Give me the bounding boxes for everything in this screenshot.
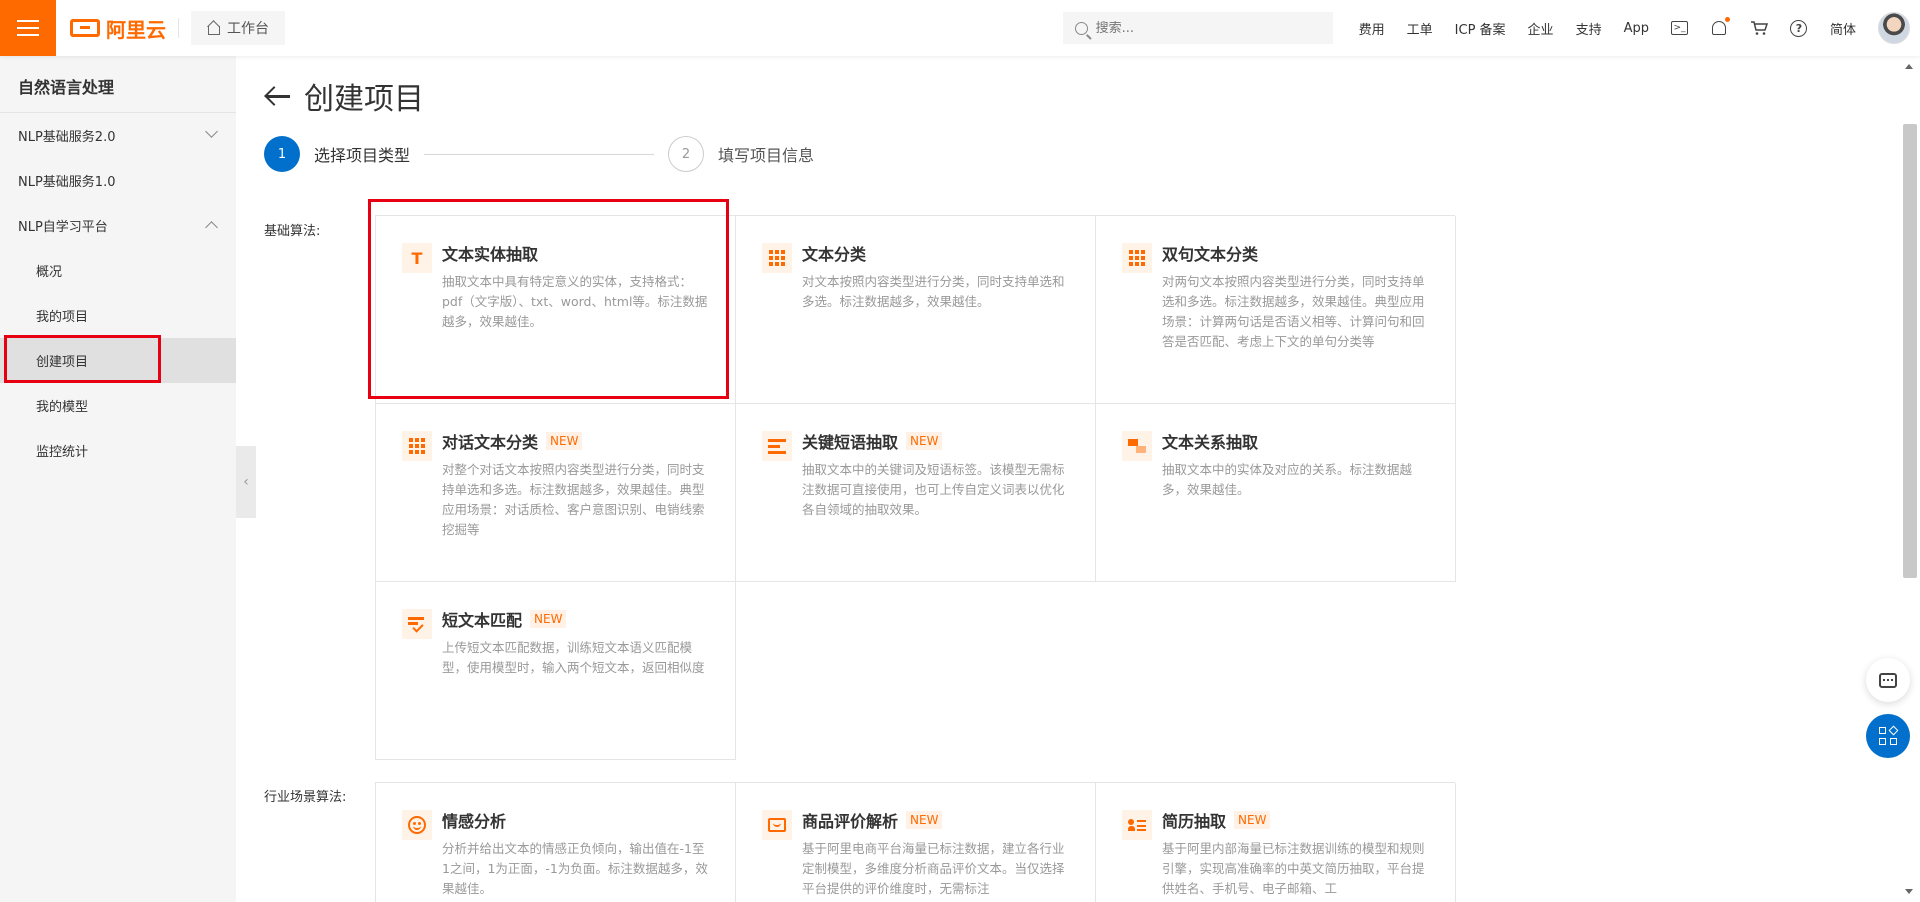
sidebar-item-overview[interactable]: 概况 bbox=[0, 248, 236, 293]
search-icon bbox=[1074, 21, 1088, 35]
bell-icon[interactable] bbox=[1710, 17, 1730, 37]
home-icon bbox=[207, 22, 221, 35]
new-badge: NEW bbox=[1234, 811, 1271, 829]
new-badge: NEW bbox=[906, 811, 943, 829]
step-connector bbox=[424, 153, 655, 155]
notification-dot bbox=[1724, 17, 1730, 22]
card-relation-extraction[interactable]: 文本关系抽取 抽取文本中的实体及对应的关系。标注数据越多，效果越佳。 bbox=[1096, 404, 1456, 582]
sidebar-item-my-models[interactable]: 我的模型 bbox=[0, 383, 236, 428]
card-desc: 上传短文本匹配数据，训练短文本语义匹配模型，使用模型时，输入两个短文本，返回相似… bbox=[442, 640, 705, 675]
back-arrow-icon[interactable] bbox=[264, 86, 290, 106]
search-input[interactable] bbox=[1095, 20, 1296, 36]
card-title: 关键短语抽取 bbox=[802, 433, 899, 452]
card-desc: 抽取文本中的关键词及短语标签。该模型无需标注数据可直接使用，也可上传自定义词表以… bbox=[802, 462, 1065, 517]
smile-icon bbox=[402, 810, 432, 840]
relation-icon bbox=[1122, 431, 1152, 461]
link-support[interactable]: 支持 bbox=[1576, 19, 1602, 38]
card-title: 文本分类 bbox=[802, 245, 867, 264]
new-badge: NEW bbox=[546, 432, 583, 450]
main-content: 创建项目 1 选择项目类型 2 填写项目信息 基础算法: T 文本实体抽取 抽取… bbox=[236, 56, 1896, 902]
language-switch[interactable]: 简体 bbox=[1830, 19, 1856, 38]
link-icp[interactable]: ICP 备案 bbox=[1455, 19, 1506, 38]
terminal-icon[interactable]: >_ bbox=[1670, 21, 1688, 35]
card-desc: 基于阿里电商平台海量已标注数据，建立各行业定制模型，多维度分析商品评价文本。当仅… bbox=[802, 841, 1065, 896]
scrollbar-thumb[interactable] bbox=[1903, 124, 1917, 578]
card-title: 对话文本分类 bbox=[442, 433, 539, 452]
help-icon[interactable]: ? bbox=[1790, 19, 1808, 37]
steps: 1 选择项目类型 2 填写项目信息 bbox=[264, 136, 814, 172]
workbench-button[interactable]: 工作台 bbox=[191, 11, 285, 45]
card-keyphrase-extraction[interactable]: 关键短语抽取 NEW 抽取文本中的关键词及短语标签。该模型无需标注数据可直接使用，… bbox=[736, 404, 1096, 582]
industry-algorithm-grid: 情感分析 分析并给出文本的情感正负倾向，输出值在-1至1之间，1为正面，-1为负… bbox=[375, 782, 1456, 902]
new-badge: NEW bbox=[530, 610, 567, 628]
apps-icon bbox=[1879, 725, 1899, 745]
grid-icon bbox=[402, 431, 432, 461]
card-desc: 分析并给出文本的情感正负倾向，输出值在-1至1之间，1为正面，-1为负面。标注数… bbox=[442, 841, 708, 896]
chevron-down-icon bbox=[205, 125, 218, 138]
check-list-icon bbox=[402, 609, 432, 639]
card-title: 短文本匹配 bbox=[442, 611, 523, 630]
card-product-review-analysis[interactable]: 商品评价解析 NEW 基于阿里电商平台海量已标注数据，建立各行业定制模型，多维度分… bbox=[736, 783, 1096, 902]
card-desc: 对整个对话文本按照内容类型进行分类，同时支持单选和多选。标注数据越多，效果越佳。… bbox=[442, 462, 705, 537]
divider bbox=[178, 18, 179, 38]
step-2-label: 填写项目信息 bbox=[718, 146, 815, 165]
card-title: 文本关系抽取 bbox=[1162, 433, 1259, 452]
apps-float-button[interactable] bbox=[1866, 714, 1910, 758]
cart-icon[interactable] bbox=[1750, 19, 1768, 37]
grid-icon bbox=[762, 243, 792, 273]
sidebar-title: 自然语言处理 bbox=[0, 56, 236, 113]
shopping-bag-icon bbox=[762, 810, 792, 840]
card-short-text-matching[interactable]: 短文本匹配 NEW 上传短文本匹配数据，训练短文本语义匹配模型，使用模型时，输入两… bbox=[376, 582, 736, 760]
link-fees[interactable]: 费用 bbox=[1359, 19, 1385, 38]
link-app[interactable]: App bbox=[1624, 21, 1649, 36]
card-title: 情感分析 bbox=[442, 812, 507, 831]
card-desc: 对两句文本按照内容类型进行分类，同时支持单选和多选。标注数据越多，效果越佳。典型… bbox=[1162, 274, 1425, 349]
card-title: 简历抽取 bbox=[1162, 812, 1227, 831]
scroll-down-arrow[interactable] bbox=[1905, 889, 1913, 894]
sidebar-item-nlp-basic-2[interactable]: NLP基础服务2.0 bbox=[0, 113, 236, 158]
avatar[interactable] bbox=[1878, 12, 1910, 44]
highlight-box-sidebar bbox=[4, 335, 161, 383]
step-1-circle: 1 bbox=[264, 136, 300, 172]
chat-float-button[interactable] bbox=[1866, 658, 1910, 702]
sidebar-item-my-projects[interactable]: 我的项目 bbox=[0, 293, 236, 338]
card-title: 商品评价解析 bbox=[802, 812, 899, 831]
top-bar: 阿里云 工作台 费用 工单 ICP 备案 企业 支持 App >_ ? 简体 bbox=[0, 0, 1920, 56]
search-box[interactable] bbox=[1062, 12, 1333, 44]
page-title: 创建项目 bbox=[264, 74, 424, 118]
sidebar-item-monitoring[interactable]: 监控统计 bbox=[0, 428, 236, 473]
link-enterprise[interactable]: 企业 bbox=[1528, 19, 1554, 38]
card-desc: 对文本按照内容类型进行分类，同时支持单选和多选。标注数据越多，效果越佳。 bbox=[802, 274, 1065, 309]
aliyun-logo[interactable]: 阿里云 bbox=[70, 14, 166, 43]
card-text-classification[interactable]: 文本分类 对文本按照内容类型进行分类，同时支持单选和多选。标注数据越多，效果越佳… bbox=[736, 216, 1096, 404]
hamburger-menu-button[interactable] bbox=[0, 0, 56, 56]
new-badge: NEW bbox=[906, 432, 943, 450]
grid-icon bbox=[1122, 243, 1152, 273]
card-dialog-classification[interactable]: 对话文本分类 NEW 对整个对话文本按照内容类型进行分类，同时支持单选和多选。标注… bbox=[376, 404, 736, 582]
card-desc: 基于阿里内部海量已标注数据训练的模型和规则引擎，实现高准确率的中英文简历抽取，平… bbox=[1162, 841, 1425, 896]
sidebar: 自然语言处理 NLP基础服务2.0 NLP基础服务1.0 NLP自学习平台 概况… bbox=[0, 56, 236, 902]
sidebar-item-nlp-self-learning[interactable]: NLP自学习平台 bbox=[0, 203, 236, 248]
card-desc: 抽取文本中的实体及对应的关系。标注数据越多，效果越佳。 bbox=[1162, 462, 1413, 497]
card-title: 双句文本分类 bbox=[1162, 245, 1259, 264]
highlight-box-card bbox=[368, 199, 729, 399]
card-sentiment-analysis[interactable]: 情感分析 分析并给出文本的情感正负倾向，输出值在-1至1之间，1为正面，-1为负… bbox=[376, 783, 736, 902]
step-2-circle: 2 bbox=[668, 136, 705, 172]
resume-icon bbox=[1122, 810, 1152, 840]
section-label-industry: 行业场景算法: bbox=[264, 790, 347, 805]
chevron-up-icon bbox=[205, 221, 218, 234]
sidebar-item-nlp-basic-1[interactable]: NLP基础服务1.0 bbox=[0, 158, 236, 203]
aliyun-logo-icon bbox=[70, 19, 100, 37]
link-ticket[interactable]: 工单 bbox=[1407, 19, 1433, 38]
card-sentence-pair-classification[interactable]: 双句文本分类 对两句文本按照内容类型进行分类，同时支持单选和多选。标注数据越多，… bbox=[1096, 216, 1456, 404]
lines-icon bbox=[762, 431, 792, 461]
card-resume-extraction[interactable]: 简历抽取 NEW 基于阿里内部海量已标注数据训练的模型和规则引擎，实现高准确率的中… bbox=[1096, 783, 1456, 902]
scroll-up-arrow[interactable] bbox=[1905, 64, 1913, 69]
chat-icon bbox=[1879, 672, 1897, 688]
step-1-label: 选择项目类型 bbox=[314, 146, 411, 165]
section-label-basic: 基础算法: bbox=[264, 224, 321, 239]
